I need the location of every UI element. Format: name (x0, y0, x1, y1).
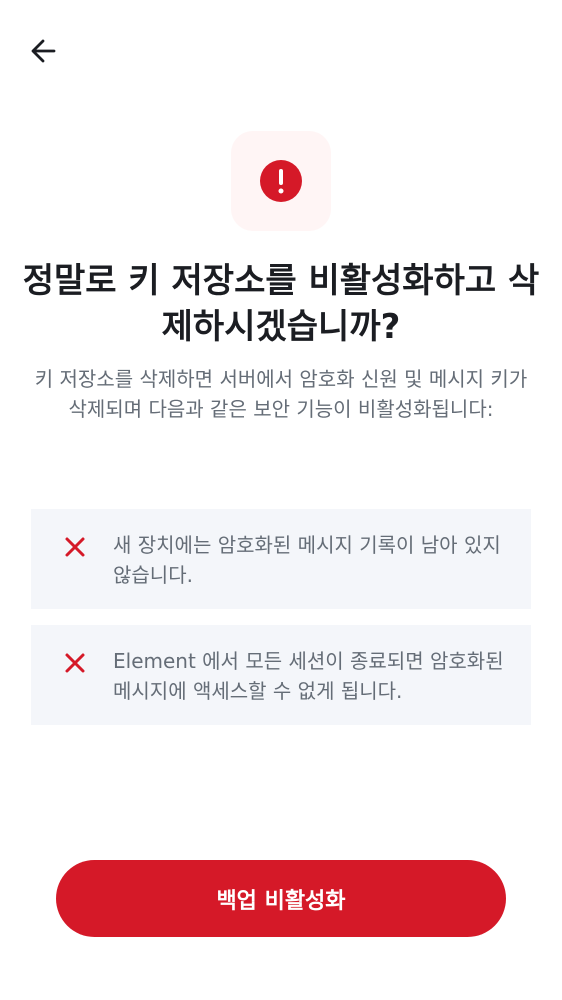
description-text: 키 저장소를 삭제하면 서버에서 암호화 신원 및 메시지 키가 삭제되며 다음… (34, 367, 528, 421)
error-circle-icon (260, 160, 302, 202)
consequence-item: 새 장치에는 암호화된 메시지 기록이 남아 있지 않습니다. (31, 509, 531, 609)
alert-icon-container (231, 131, 331, 231)
arrow-left-icon (31, 39, 56, 63)
close-icon (65, 653, 85, 673)
consequence-text: 새 장치에는 암호화된 메시지 기록이 남아 있지 않습니다. (113, 533, 501, 587)
consequence-text: Element 에서 모든 세션이 종료되면 암호화된 메시지에 액세스할 수 … (113, 649, 504, 703)
back-button[interactable] (24, 32, 62, 70)
disable-backup-button[interactable]: 백업 비활성화 (56, 860, 506, 937)
close-icon (65, 537, 85, 557)
consequence-item: Element 에서 모든 세션이 종료되면 암호화된 메시지에 액세스할 수 … (31, 625, 531, 725)
page-title: 정말로 키 저장소를 비활성화하고 삭제하시겠습니까? (22, 261, 540, 347)
